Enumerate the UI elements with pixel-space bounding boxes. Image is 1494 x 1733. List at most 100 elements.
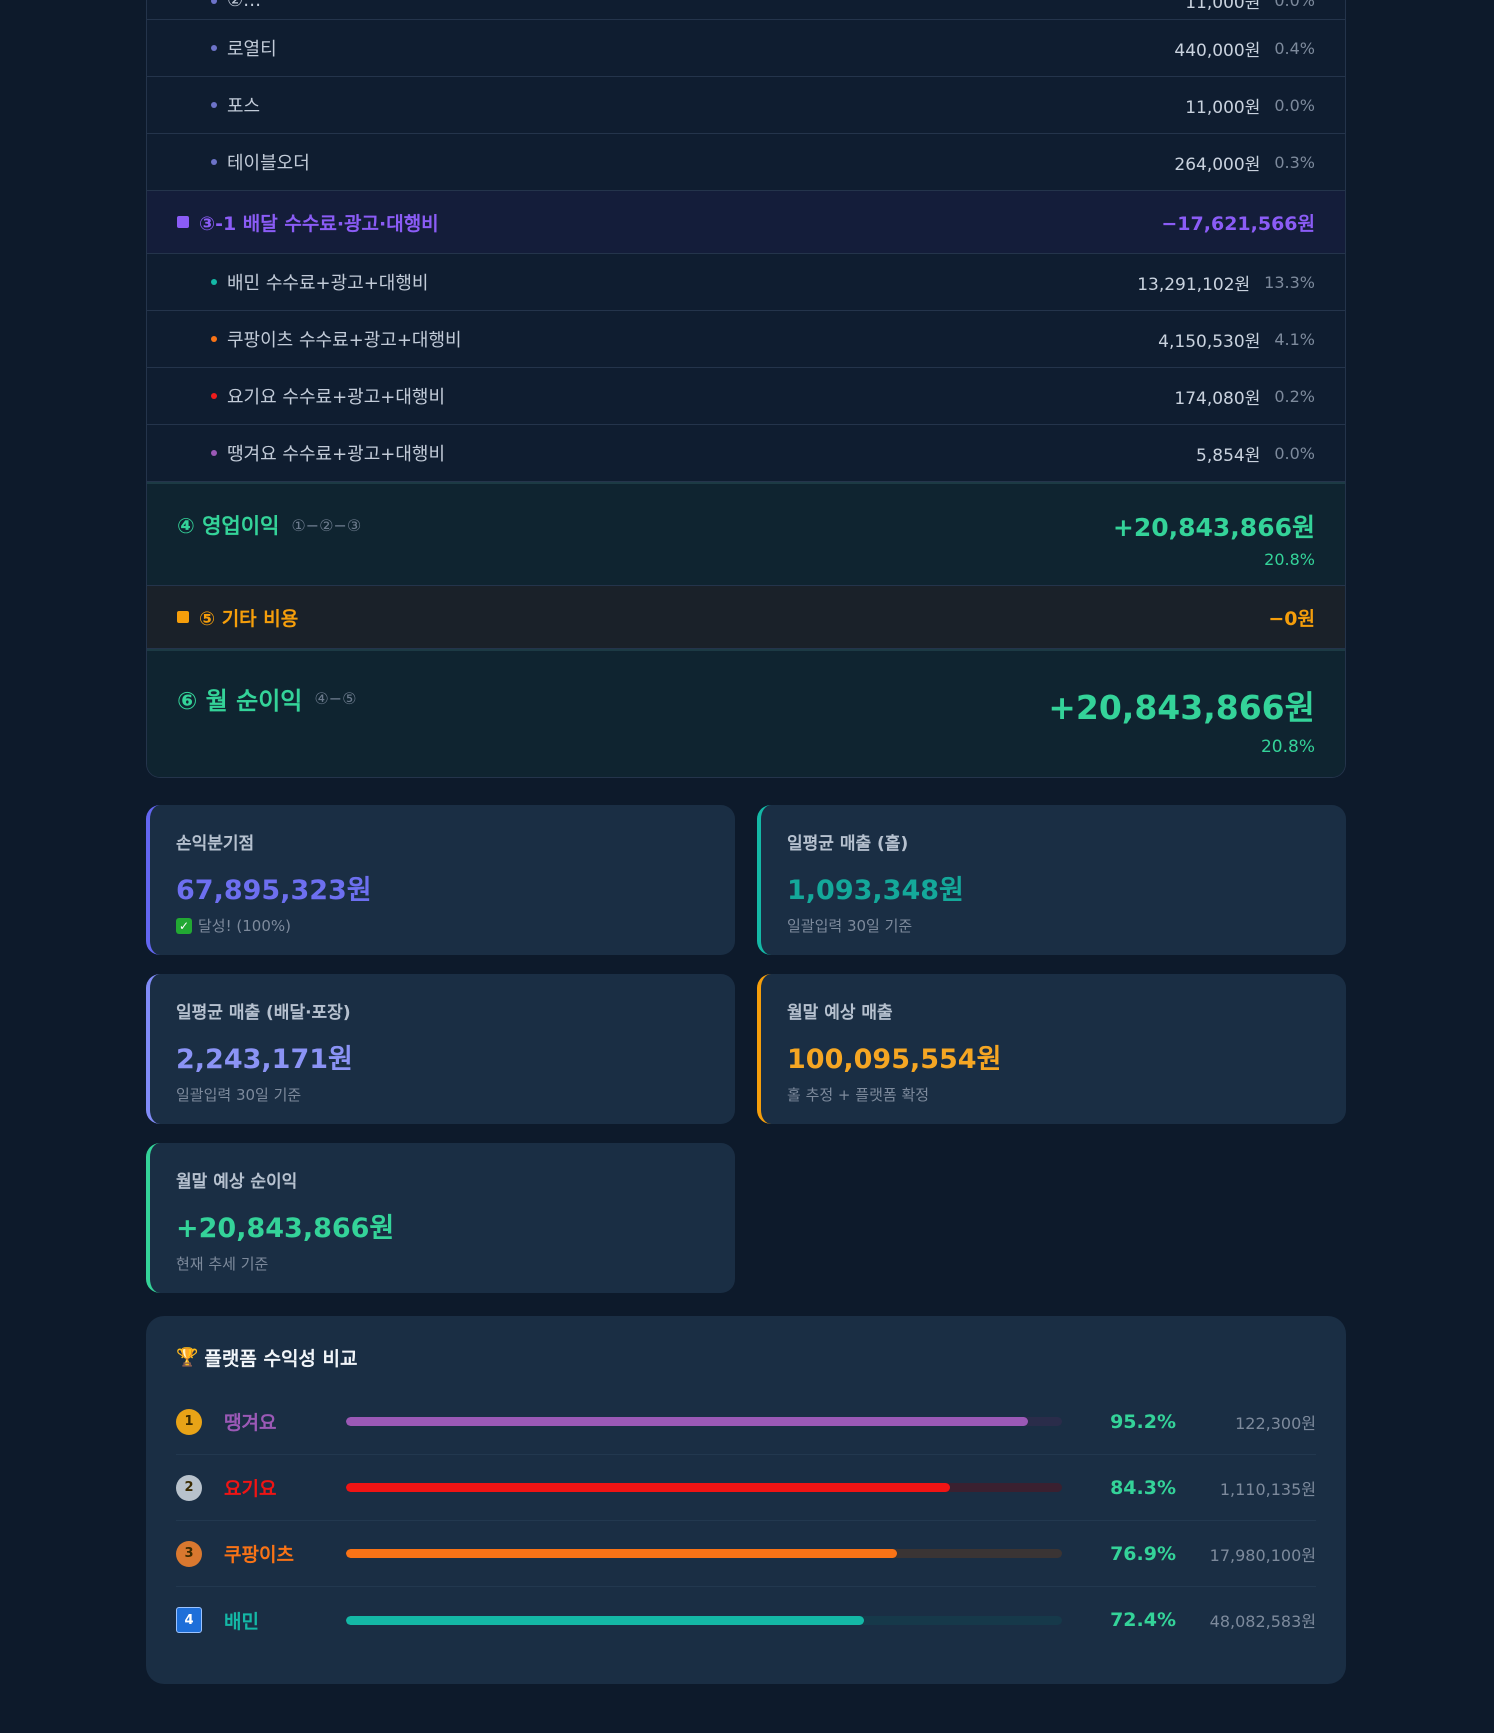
- stat-card-value: 67,895,323원: [176, 875, 372, 906]
- stat-card-note: 일괄입력 30일 기준: [176, 1084, 709, 1105]
- pl-item-row: 로열티 440,000원 0.4%: [147, 20, 1345, 77]
- net-profit-row: ⑥ 월 순이익 ④−⑤ +20,843,866원 20.8%: [147, 649, 1345, 777]
- platform-amount: 17,980,100원: [1209, 1545, 1316, 1565]
- pl-item-label: 쿠팡이츠 수수료+광고+대행비: [227, 330, 462, 351]
- pl-item-label: 요기요 수수료+광고+대행비: [227, 387, 446, 408]
- stat-card-note: 일괄입력 30일 기준: [787, 915, 1320, 936]
- bullet-dot: [211, 45, 217, 51]
- pl-item-pct: 0.2%: [1274, 386, 1315, 406]
- delivery-fee-label: ③-1 배달 수수료·광고·대행비: [199, 212, 439, 235]
- stat-card-title: 일평균 매출 (홀): [787, 834, 909, 854]
- stat-card-title: 손익분기점: [176, 834, 255, 854]
- pl-item-label: 로열티: [227, 39, 277, 60]
- bullet-dot: [211, 450, 217, 456]
- platform-amount: 1,110,135원: [1219, 1479, 1316, 1499]
- pl-item-pct: 13.3%: [1264, 272, 1315, 292]
- platform-name: 땡겨요: [224, 1412, 277, 1434]
- profitability-pct: 84.3%: [1110, 1476, 1176, 1499]
- stat-card-title: 월말 예상 순이익: [176, 1172, 298, 1192]
- net-profit-amount: +20,843,866원: [1048, 688, 1315, 727]
- panel-title: 플랫폼 수익성 비교: [204, 1348, 358, 1370]
- check-icon: ✓: [176, 917, 192, 934]
- pl-item-amount: 174,080원: [1174, 388, 1261, 409]
- pl-item-label: 포스: [227, 96, 261, 117]
- pl-item-pct: 4.1%: [1274, 329, 1315, 349]
- platform-row: 3 쿠팡이츠 76.9% 17,980,100원: [176, 1521, 1316, 1587]
- stat-card: 월말 예상 순이익 +20,843,866원 현재 추세 기준: [146, 1143, 735, 1293]
- pl-item-pct: 0.4%: [1274, 38, 1315, 58]
- pl-item-pct: 0.0%: [1274, 443, 1315, 463]
- pl-item-row: 쿠팡이츠 수수료+광고+대행비 4,150,530원 4.1%: [147, 311, 1345, 368]
- other-cost-label: ⑤ 기타 비용: [199, 607, 299, 630]
- stat-card-note-text: 일괄입력 30일 기준: [787, 917, 913, 935]
- pl-item-amount: 264,000원: [1174, 154, 1261, 175]
- net-profit-formula: ④−⑤: [314, 689, 357, 708]
- profitability-pct: 72.4%: [1110, 1609, 1176, 1631]
- net-profit-title: ⑥ 월 순이익: [177, 687, 303, 715]
- platform-amount: 122,300원: [1235, 1413, 1316, 1433]
- bullet-dot: [211, 159, 217, 165]
- pl-item-pct: 0.0%: [1274, 95, 1315, 115]
- operating-profit-formula: ①−②−③: [291, 515, 362, 535]
- delivery-fee-header: ③-1 배달 수수료·광고·대행비 −17,621,566원: [147, 191, 1345, 254]
- platform-name: 배민: [224, 1610, 259, 1633]
- pl-item-pct: 0.3%: [1274, 152, 1315, 172]
- pl-item-amount: 5,854원: [1196, 445, 1261, 466]
- platform-profitability-panel: 🏆 플랫폼 수익성 비교 1 땡겨요 95.2% 122,300원 2 요기요 …: [146, 1316, 1346, 1684]
- other-cost-amount: −0원: [1268, 607, 1315, 630]
- stat-card-note: ✓ 달성! (100%): [176, 915, 709, 936]
- pl-item-label: 테이블오더: [227, 153, 310, 174]
- bullet-dot: [211, 393, 217, 399]
- profitability-pct: 95.2%: [1110, 1410, 1176, 1433]
- delivery-fee-amount: −17,621,566원: [1161, 212, 1315, 235]
- pl-item-label: 배민 수수료+광고+대행비: [227, 273, 429, 294]
- pl-item-amount: 11,000원: [1185, 97, 1261, 118]
- stat-card-value: 1,093,348원: [787, 875, 964, 906]
- profitability-bar: [346, 1417, 1062, 1426]
- rank-medal-icon: 4: [176, 1607, 202, 1633]
- bullet-dot: [211, 336, 217, 342]
- operating-profit-title: ④ 영업이익: [177, 514, 280, 538]
- profitability-pct: 76.9%: [1110, 1542, 1176, 1565]
- stat-card-note: 홀 추정 + 플랫폼 확정: [787, 1084, 1320, 1105]
- platform-row: 4 배민 72.4% 48,082,583원: [176, 1587, 1316, 1653]
- profitability-bar-fill: [346, 1483, 950, 1492]
- platform-name: 쿠팡이츠: [224, 1544, 294, 1566]
- stat-card: 월말 예상 매출 100,095,554원 홀 추정 + 플랫폼 확정: [757, 974, 1346, 1124]
- profitability-bar: [346, 1549, 1062, 1558]
- platform-amount: 48,082,583원: [1209, 1612, 1316, 1631]
- stat-card-note-text: 일괄입력 30일 기준: [176, 1086, 302, 1104]
- stat-card-note-text: 홀 추정 + 플랫폼 확정: [787, 1086, 930, 1104]
- pl-item-amount: 4,150,530원: [1158, 331, 1261, 352]
- platform-row: 2 요기요 84.3% 1,110,135원: [176, 1455, 1316, 1521]
- bullet-dot: [211, 0, 217, 4]
- category-square-icon: [177, 216, 189, 228]
- rank-medal-icon: 2: [176, 1474, 202, 1501]
- rank-medal-icon: 3: [176, 1540, 202, 1567]
- stat-card: 일평균 매출 (배달·포장) 2,243,171원 일괄입력 30일 기준: [146, 974, 735, 1124]
- dashboard: ②… 11,000원 0.0% 로열티 440,000원 0.4% 포스 11,…: [146, 0, 1346, 1684]
- stat-card-note-text: 달성! (100%): [198, 917, 291, 935]
- pl-item-label: 땡겨요 수수료+광고+대행비: [227, 444, 446, 465]
- pl-row-partial: ②… 11,000원 0.0%: [147, 0, 1345, 20]
- profitability-bar-fill: [346, 1549, 897, 1558]
- operating-profit-row: ④ 영업이익 ①−②−③ +20,843,866원 20.8%: [147, 482, 1345, 586]
- stat-card-value: 2,243,171원: [176, 1044, 353, 1075]
- pl-item-row: 테이블오더 264,000원 0.3%: [147, 134, 1345, 191]
- profitability-bar-fill: [346, 1615, 865, 1625]
- profitability-bar: [346, 1483, 1062, 1492]
- bullet-dot: [211, 102, 217, 108]
- stat-card-value: +20,843,866원: [176, 1213, 395, 1244]
- pl-item-row: 포스 11,000원 0.0%: [147, 77, 1345, 134]
- category-square-icon: [177, 611, 189, 623]
- profitability-bar-fill: [346, 1417, 1028, 1426]
- operating-profit-amount: +20,843,866원: [1112, 513, 1315, 542]
- stat-card-title: 일평균 매출 (배달·포장): [176, 1003, 351, 1023]
- pl-item-row: 배민 수수료+광고+대행비 13,291,102원 13.3%: [147, 254, 1345, 311]
- platform-row: 1 땡겨요 95.2% 122,300원: [176, 1389, 1316, 1455]
- net-profit-pct: 20.8%: [1260, 737, 1315, 757]
- profitability-bar: [346, 1615, 1062, 1625]
- stat-card: 손익분기점 67,895,323원 ✓ 달성! (100%): [146, 805, 735, 955]
- other-cost-row: ⑤ 기타 비용 −0원: [147, 586, 1345, 649]
- pl-item-amount: 440,000원: [1174, 40, 1261, 61]
